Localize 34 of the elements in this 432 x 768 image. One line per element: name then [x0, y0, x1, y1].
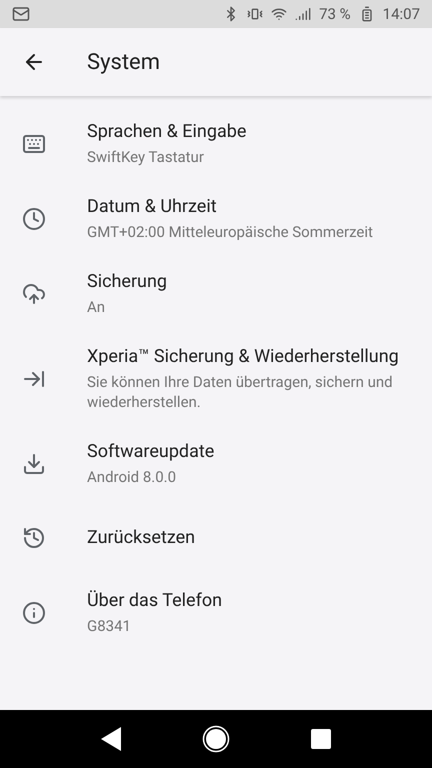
item-summary: Android 8.0.0: [87, 467, 178, 487]
item-summary: G8341: [87, 616, 132, 636]
item-title: Sprachen & Eingabe: [87, 120, 246, 144]
info-icon: [22, 600, 46, 624]
home-icon[interactable]: [202, 725, 230, 753]
recents-icon[interactable]: [311, 729, 332, 749]
mail-icon: [12, 5, 30, 23]
clock-time: 14:07: [382, 4, 420, 25]
item-summary: GMT+02:00 Mitteleuropäische Sommerzeit: [87, 222, 373, 242]
back-icon[interactable]: [100, 727, 121, 751]
item-title: Über das Telefon: [87, 589, 222, 613]
item-title: Sicherung: [87, 270, 168, 294]
item-summary: Sie können Ihre Daten übertragen, sichern und wiederherstellen.: [87, 372, 394, 412]
page-title: System: [87, 48, 160, 76]
wifi-icon: [271, 6, 288, 22]
item-title: Datum & Uhrzeit: [87, 195, 218, 219]
item-title: Xperia™ Sicherung & Wiederherstellung: [87, 345, 400, 369]
item-summary: An: [87, 297, 106, 317]
battery-percentage: 73 %: [319, 4, 351, 25]
vibrate-icon: [247, 6, 264, 22]
settings-item[interactable]: Sicherung An: [0, 256, 432, 331]
signal-icon: [295, 6, 312, 22]
clock-icon: [22, 206, 46, 230]
settings-item[interactable]: Über das Telefon G8341: [0, 575, 432, 650]
cloud-upload-icon: [22, 282, 46, 306]
settings-item[interactable]: Zurücksetzen: [0, 501, 432, 575]
settings-item[interactable]: Softwareupdate Android 8.0.0: [0, 426, 432, 501]
item-title: Softwareupdate: [87, 440, 214, 464]
settings-item[interactable]: Datum & Uhrzeit GMT+02:00 Mitteleuropäische Sommerzeit: [0, 181, 432, 256]
item-title: Zurücksetzen: [87, 526, 196, 550]
history-icon: [22, 526, 46, 550]
settings-item[interactable]: Sprachen & Eingabe SwiftKey Tastatur: [0, 106, 432, 181]
settings-item[interactable]: Xperia™ Sicherung & Wiederherstellung Sie können Ihre Daten übertragen, sichern und wiederherstellen.: [0, 331, 432, 426]
item-summary: SwiftKey Tastatur: [87, 147, 205, 167]
